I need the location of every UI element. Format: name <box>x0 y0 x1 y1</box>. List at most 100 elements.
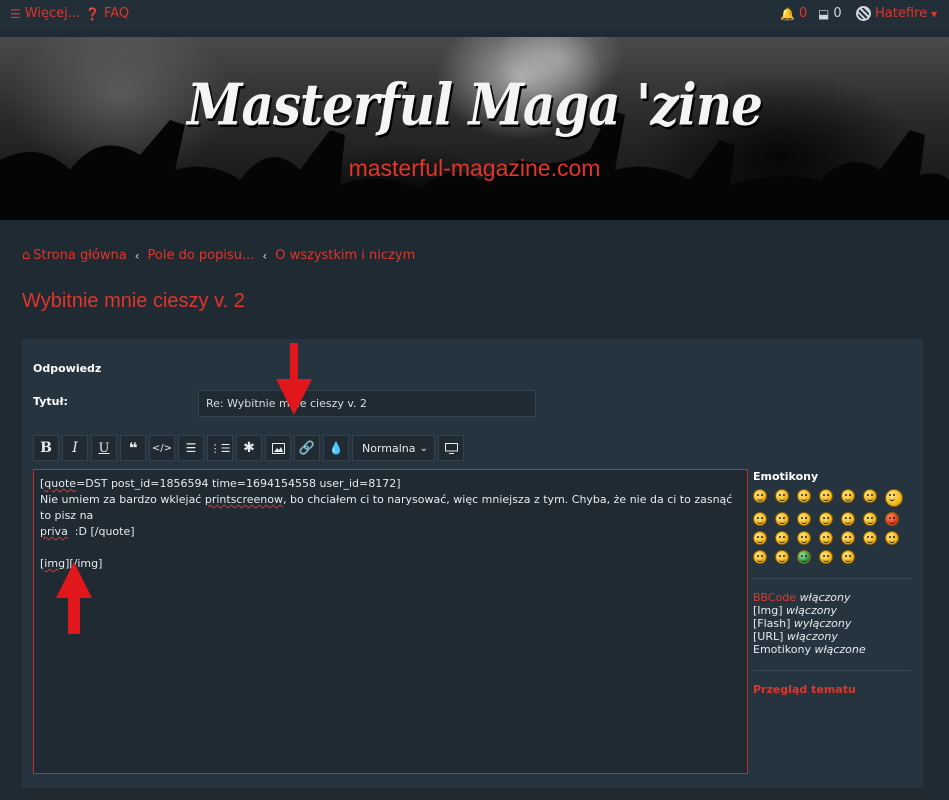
username: Hatefire <box>875 6 928 21</box>
img-status: [Img] włączony <box>753 604 911 617</box>
subject-label: Tytuł: <box>33 395 68 408</box>
emoticon-icon[interactable] <box>841 550 855 564</box>
emoticons-state: włączone <box>814 643 866 656</box>
emoticon-icon[interactable] <box>841 531 855 545</box>
emoticon-icon[interactable] <box>797 489 811 503</box>
quote-button[interactable]: ❝ <box>120 435 146 461</box>
code-button[interactable]: </> <box>149 435 175 461</box>
emoticon-icon[interactable] <box>863 489 877 503</box>
top-navbar: ☰ Więcej... ❓ FAQ 🔔 0 ⬓ 0 Hatefire ▾ <box>0 0 949 30</box>
topic-review-link[interactable]: Przegląd tematu <box>753 683 911 696</box>
emoticon-icon[interactable] <box>863 512 877 526</box>
emoticon-icon[interactable] <box>797 531 811 545</box>
image-icon <box>271 442 285 454</box>
site-banner[interactable]: Masterful Maga 'zine masterful-magazine.… <box>0 37 949 220</box>
emoticon-icon[interactable] <box>775 512 789 526</box>
emoticons-label: Emotikony <box>753 643 811 656</box>
emoticon-icon[interactable] <box>841 512 855 526</box>
bbcode-state: włączony <box>799 591 851 604</box>
emoticon-icon[interactable] <box>819 550 833 564</box>
ordered-list-button[interactable]: ⋮☰ <box>207 435 233 461</box>
bbcode-toolbar: B I U ❝ </> ☰ ⋮☰ ✱ 🔗 💧 Normalna ⌄ <box>33 435 464 461</box>
flash-label: [Flash] <box>753 617 791 630</box>
italic-button[interactable]: I <box>62 435 88 461</box>
annotation-arrow-up-icon <box>56 562 92 634</box>
list-item-button[interactable]: ✱ <box>236 435 262 461</box>
emoticon-icon[interactable] <box>753 489 767 503</box>
notifications-count: 0 <box>798 6 808 21</box>
site-url: masterful-magazine.com <box>348 155 601 181</box>
underline-button[interactable]: U <box>91 435 117 461</box>
site-logo-title: Masterful Maga 'zine <box>187 70 763 139</box>
url-label: [URL] <box>753 630 784 643</box>
emoticon-icon[interactable] <box>863 531 877 545</box>
quote-icon: ❝ <box>128 439 138 457</box>
flash-status: [Flash] wyłączony <box>753 617 911 630</box>
editor-text: =DST post_id=1856594 time=1694154558 use… <box>76 477 401 490</box>
user-menu[interactable]: Hatefire ▾ <box>856 6 937 21</box>
faq-label: FAQ <box>103 6 130 21</box>
emoticon-icon[interactable] <box>797 550 811 564</box>
breadcrumb-forum[interactable]: Pole do popisu... <box>148 248 255 263</box>
bell-icon: 🔔 <box>780 6 795 21</box>
emoticon-icon[interactable] <box>841 489 855 503</box>
emoticons-status: Emotikony włączone <box>753 643 911 656</box>
image-button[interactable] <box>265 435 291 461</box>
url-state: włączony <box>786 630 838 643</box>
emoticon-icon[interactable] <box>885 489 903 507</box>
preview-toggle-button[interactable] <box>438 435 464 461</box>
home-icon: ⌂ <box>22 248 31 263</box>
messages-count: 0 <box>833 6 842 21</box>
annotation-arrow-down-icon <box>276 343 312 415</box>
notifications-button[interactable]: 🔔 0 <box>780 6 807 21</box>
form-heading: Odpowiedz <box>33 362 102 375</box>
avatar <box>856 6 871 21</box>
emoticon-icon[interactable] <box>775 531 789 545</box>
editor-text: priva <box>40 525 68 538</box>
editor-sidebar: Emotikony BBCode włączony [Img] włączony… <box>753 469 911 696</box>
list-icon: ☰ <box>185 441 197 455</box>
emoticon-icon[interactable] <box>885 531 899 545</box>
emoticon-icon[interactable] <box>775 550 789 564</box>
breadcrumb-home-label: Strona główna <box>33 248 127 263</box>
breadcrumb-home[interactable]: ⌂ Strona główna <box>22 248 127 263</box>
breadcrumb: ⌂ Strona główna ‹ Pole do popisu... ‹ O … <box>22 248 415 263</box>
editor-text: :D [/quote] <box>67 525 135 538</box>
inbox-icon: ⬓ <box>818 6 830 21</box>
list-button[interactable]: ☰ <box>178 435 204 461</box>
monitor-icon <box>444 442 458 454</box>
hamburger-icon: ☰ <box>10 6 21 21</box>
flash-state: wyłączony <box>793 617 852 630</box>
editor-text: Nie umiem za bardzo wklejać <box>40 493 205 506</box>
messages-button[interactable]: ⬓ 0 <box>818 6 842 21</box>
emoticon-icon[interactable] <box>753 550 767 564</box>
link-icon: 🔗 <box>298 440 316 456</box>
emoticon-icon[interactable] <box>819 489 833 503</box>
emoticon-icon[interactable] <box>797 512 811 526</box>
emoticon-icon[interactable] <box>753 512 767 526</box>
sidebar-divider <box>753 670 911 671</box>
color-button[interactable]: 💧 <box>323 435 349 461</box>
tint-icon: 💧 <box>328 441 344 455</box>
emoticon-icon[interactable] <box>775 489 789 503</box>
bold-button[interactable]: B <box>33 435 59 461</box>
emoticon-icon[interactable] <box>819 512 833 526</box>
subject-input[interactable]: Re: Wybitnie mnie cieszy v. 2 <box>198 390 536 417</box>
chevron-left-icon: ‹ <box>134 248 140 263</box>
link-button[interactable]: 🔗 <box>294 435 320 461</box>
reply-form-panel: Odpowiedz Tytuł: Re: Wybitnie mnie ciesz… <box>22 339 923 788</box>
message-textarea[interactable]: [quote=DST post_id=1856594 time=16941545… <box>33 469 748 774</box>
emoticons-grid <box>753 489 911 564</box>
img-label: [Img] <box>753 604 783 617</box>
page-title[interactable]: Wybitnie mnie cieszy v. 2 <box>22 290 245 313</box>
emoticon-icon[interactable] <box>819 531 833 545</box>
font-size-select[interactable]: Normalna ⌄ <box>352 435 435 461</box>
emoticon-icon[interactable] <box>885 512 899 526</box>
bbcode-link[interactable]: BBCode <box>753 591 796 604</box>
faq-link[interactable]: ❓ FAQ <box>85 6 129 21</box>
more-menu[interactable]: ☰ Więcej... <box>10 6 80 21</box>
breadcrumb-subforum[interactable]: O wszystkim i niczym <box>275 248 415 263</box>
sidebar-divider <box>753 578 911 579</box>
emoticon-icon[interactable] <box>753 531 767 545</box>
chevron-down-icon: ⌄ <box>419 442 428 454</box>
